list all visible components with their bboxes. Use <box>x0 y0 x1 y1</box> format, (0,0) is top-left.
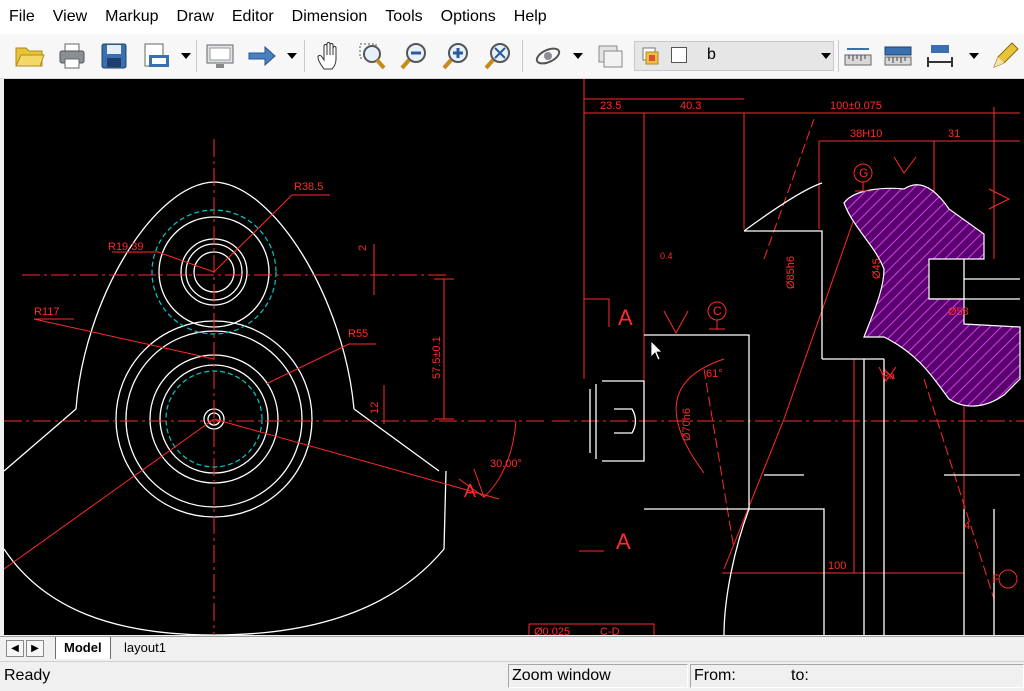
pan-hand-icon[interactable] <box>312 39 348 73</box>
section-a-left: A <box>464 481 476 501</box>
zoom-extents-icon[interactable] <box>480 39 516 73</box>
dim-38h10: 38H10 <box>850 128 882 140</box>
datum-g: G <box>859 166 868 180</box>
tol-datum: C-D <box>600 626 620 635</box>
orbit-icon[interactable] <box>530 39 566 73</box>
menu-draw[interactable]: Draw <box>168 0 223 34</box>
mouse-cursor <box>650 340 663 361</box>
open-folder-icon[interactable] <box>12 39 48 73</box>
section-a-top: A <box>618 305 633 330</box>
menu-tools[interactable]: Tools <box>376 0 431 34</box>
tab-layout1[interactable]: layout1 <box>116 637 174 659</box>
status-command: Zoom window <box>508 664 688 688</box>
dim-57: 57.5±0.1 <box>431 336 443 379</box>
status-to-label: to: <box>791 667 809 684</box>
cad-drawing: R38.5 R19.39 R117 R55 2 57.5±0.1 12 30.0… <box>4 79 1024 635</box>
dim-40: 40.3 <box>680 100 701 112</box>
export-image-icon[interactable] <box>138 39 174 73</box>
status-bar: Ready Zoom window From: to: <box>0 661 1024 691</box>
layer-combo[interactable]: b <box>634 41 834 71</box>
tab-model[interactable]: Model <box>55 637 111 659</box>
checkbox-icon[interactable] <box>671 47 687 63</box>
menu-dimension[interactable]: Dimension <box>283 0 377 34</box>
dims-left: R38.5 R19.39 R117 R55 2 57.5±0.1 12 30.0… <box>34 181 522 501</box>
status-coords: From: to: <box>690 664 1024 688</box>
dim-04: 0.4 <box>660 251 673 261</box>
tab-scroll-left-button[interactable]: ◀ <box>6 640 24 657</box>
print-icon[interactable] <box>54 39 90 73</box>
markup-pen-icon[interactable] <box>988 39 1022 73</box>
dim-23: 23.5 <box>600 100 621 112</box>
dim-12: 12 <box>369 402 381 414</box>
status-from-label: From: <box>694 667 736 684</box>
screen-icon[interactable] <box>202 39 238 73</box>
dropdown-arrow-icon[interactable] <box>284 39 300 73</box>
measure-distance-icon[interactable] <box>842 39 874 73</box>
dimension-icon[interactable] <box>924 39 956 73</box>
dropdown-arrow-icon[interactable] <box>178 39 194 73</box>
save-icon[interactable] <box>96 39 132 73</box>
drawing-canvas[interactable]: R38.5 R19.39 R117 R55 2 57.5±0.1 12 30.0… <box>4 79 1024 635</box>
toolbar: b <box>0 34 1024 79</box>
menu-help[interactable]: Help <box>505 0 556 34</box>
layers-icon[interactable] <box>592 39 628 73</box>
centerlines-left <box>4 139 544 635</box>
dim-100tol: 100±0.075 <box>830 100 882 112</box>
section-a-bottom: A <box>616 529 631 554</box>
menu-bar: File View Markup Draw Editor Dimension T… <box>0 0 1024 34</box>
zoom-in-icon[interactable] <box>438 39 474 73</box>
menu-file[interactable]: File <box>0 0 44 34</box>
status-ready: Ready <box>4 667 51 684</box>
dim-45: Ø45 <box>871 258 883 279</box>
dim-r19: R19.39 <box>108 241 143 253</box>
menu-editor[interactable]: Editor <box>223 0 283 34</box>
dropdown-arrow-icon[interactable] <box>966 39 982 73</box>
dim-4: 4 <box>964 520 970 532</box>
dim-r38: R38.5 <box>294 181 323 193</box>
dim-58: Ø58 <box>948 306 969 318</box>
datum-f: F <box>992 572 999 586</box>
menu-view[interactable]: View <box>44 0 96 34</box>
measure-area-icon[interactable] <box>882 39 914 73</box>
zoom-window-icon[interactable] <box>354 39 390 73</box>
dim-85h6: Ø85h6 <box>785 256 797 289</box>
zoom-out-icon[interactable] <box>396 39 432 73</box>
dim-70h6: Ø70h6 <box>681 408 693 441</box>
dim-30deg: 30.00° <box>490 458 522 470</box>
dropdown-arrow-icon[interactable] <box>818 39 834 73</box>
datum-c: C <box>713 304 722 318</box>
tol-flatness: Ø0.025 <box>534 626 570 635</box>
dropdown-arrow-icon[interactable] <box>570 39 586 73</box>
menu-markup[interactable]: Markup <box>96 0 167 34</box>
dim-61deg: 61° <box>706 368 723 380</box>
dim-2: 2 <box>357 245 369 251</box>
dim-r55: R55 <box>348 328 368 340</box>
layout-tab-bar: ◀ ▶ Model layout1 <box>0 636 1024 661</box>
arrow-right-icon[interactable] <box>244 39 280 73</box>
tab-scroll-right-button[interactable]: ▶ <box>26 640 44 657</box>
layer-properties-icon <box>641 46 659 71</box>
dim-100: 100 <box>828 560 846 572</box>
menu-options[interactable]: Options <box>432 0 505 34</box>
dim-31: 31 <box>948 128 960 140</box>
layer-name: b <box>707 46 716 63</box>
dim-r117: R117 <box>34 306 59 318</box>
